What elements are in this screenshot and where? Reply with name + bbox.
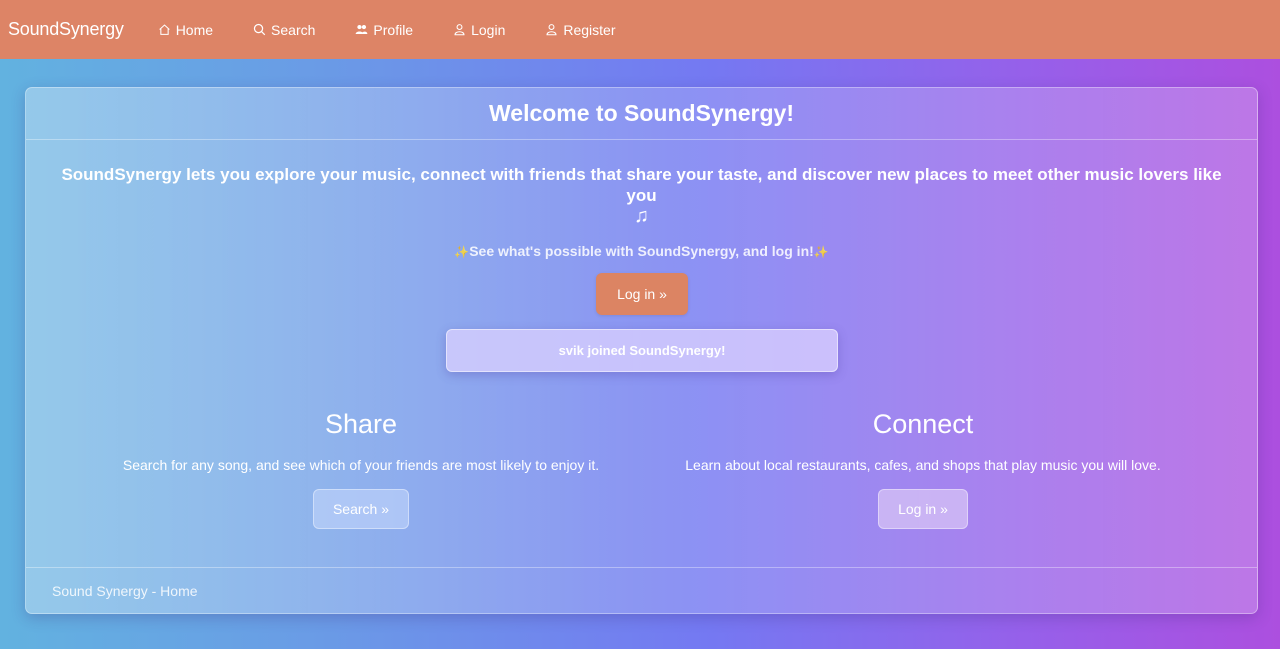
nav-home-label: Home [175,21,214,38]
cta-text: See what's possible with SoundSynergy, a… [469,243,814,259]
login-button[interactable]: Log in » [596,273,688,315]
sparkle-icon: ✨ [813,245,829,259]
share-text: Search for any song, and see which of yo… [122,457,600,473]
nav-search-label: Search [271,21,316,38]
person-icon [454,24,465,36]
nav-profile-label: Profile [373,21,414,38]
nav-register-label: Register [563,21,616,38]
nav-search[interactable]: Search [253,22,315,38]
connect-heading: Connect [872,409,974,439]
search-icon [253,23,266,36]
share-heading: Share [324,409,398,439]
nav-login[interactable]: Login [453,22,505,38]
connect-text: Learn about local restaurants, cafes, an… [685,457,1161,473]
intro-text-block: SoundSynergy lets you explore your music… [50,164,1233,227]
nav-register[interactable]: Register [545,21,616,38]
nav-login-label: Login [471,21,506,38]
card-header: Welcome to SoundSynergy! [26,88,1257,140]
nav-profile[interactable]: Profile [355,22,413,38]
search-button[interactable]: Search » [313,489,409,529]
users-icon [356,24,368,34]
nav-home[interactable]: Home [158,22,213,38]
music-note-icon: ♫ [634,205,649,227]
home-icon [158,24,170,35]
top-navbar: SoundSynergy Home Search Profile Login R… [0,0,1280,59]
page-title: Welcome to SoundSynergy! [488,100,794,126]
sparkle-icon: ✨ [454,245,470,259]
card-footer: Sound Synergy - Home [26,567,1257,613]
person-icon [546,24,557,36]
intro-text: SoundSynergy lets you explore your music… [61,165,1222,205]
footer-text: Sound Synergy - Home [52,582,198,599]
join-notification: svik joined SoundSynergy! [446,329,838,372]
brand-logo[interactable]: SoundSynergy [8,19,124,40]
share-section: Share Search for any song, and see which… [64,409,658,529]
welcome-card: Welcome to SoundSynergy! SoundSynergy le… [25,87,1258,614]
connect-login-button[interactable]: Log in » [878,489,968,529]
connect-section: Connect Learn about local restaurants, c… [658,409,1188,529]
cta-line: ✨See what's possible with SoundSynergy, … [26,243,1257,259]
